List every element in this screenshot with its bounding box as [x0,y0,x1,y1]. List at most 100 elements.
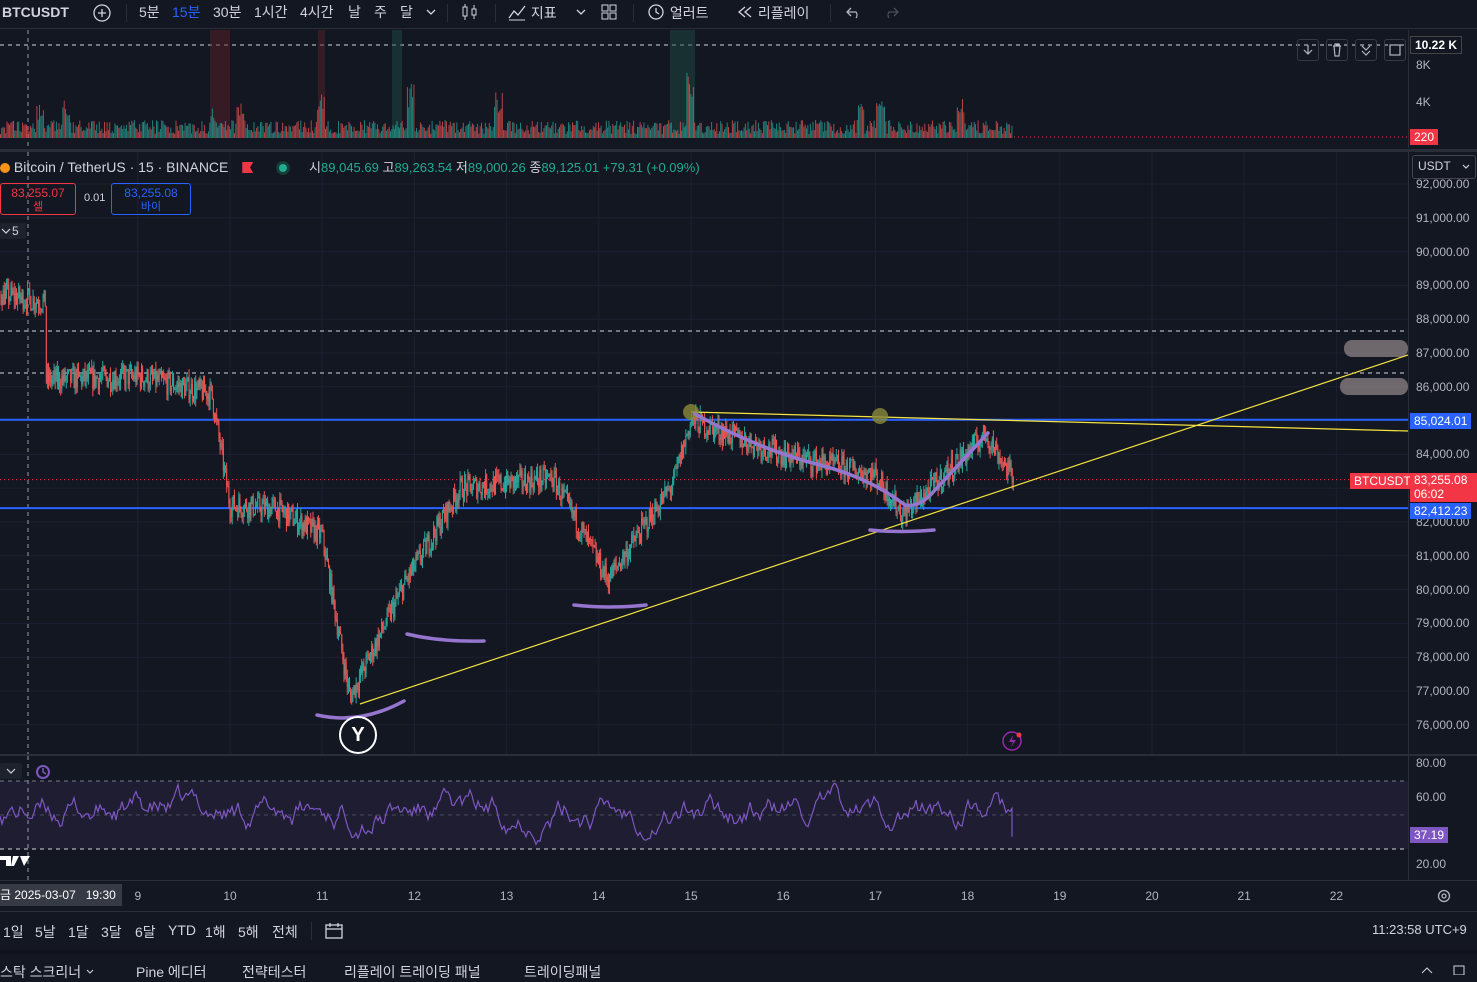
undo-icon[interactable] [845,3,863,21]
candle-style-icon[interactable] [460,3,480,21]
range-3m[interactable]: 3달 [101,922,122,942]
currency-select[interactable]: USDT [1412,155,1476,179]
market-status-icon[interactable] [279,164,288,172]
legend-title[interactable]: Bitcoin / TetherUS · 15 · BINANCE [14,159,228,175]
layout-grid-icon[interactable] [600,3,618,21]
tab-strategy-tester[interactable]: 전략테스터 [242,962,306,982]
candle-body [455,496,457,507]
range-all[interactable]: 전체 [272,922,298,942]
tab-replay-trading[interactable]: 리플레이 트레이딩 패널 [344,962,481,982]
symbol-search[interactable]: BTCUSDT [2,3,69,21]
volume-pane[interactable] [0,30,1408,148]
candle-body [801,461,803,466]
candle-body [97,378,99,389]
alert-button[interactable]: 얼러트 [646,3,709,21]
range-6m[interactable]: 6달 [135,922,156,942]
volume-bar [206,133,208,138]
candle-body [626,547,628,563]
candle-body [766,457,768,459]
rsi-collapse[interactable] [0,763,22,779]
volume-bar [553,133,555,138]
volume-bar [643,122,645,138]
lightning-icon[interactable] [1002,730,1022,751]
range-1y[interactable]: 1해 [205,922,226,942]
add-symbol-icon[interactable] [92,3,112,22]
range-5d[interactable]: 5날 [35,922,56,942]
candle-body [798,448,800,454]
candle-body [45,306,47,383]
candle-body [1001,462,1003,466]
maximize-icon[interactable] [1384,39,1406,61]
candle-body [912,507,914,515]
refresh-icon[interactable] [35,764,51,783]
pattern-marker[interactable]: Y [339,716,377,754]
candle-body [342,649,344,661]
range-1m[interactable]: 1달 [68,922,89,942]
indicator-collapse[interactable]: 5 [0,223,26,239]
date-range-icon[interactable] [324,921,344,944]
rsi-pane[interactable] [0,756,1408,880]
timeframe-30m[interactable]: 30분 [213,3,241,21]
candle-body [56,368,58,384]
tab-stock-screener[interactable]: 스탁 스크리너 [0,962,95,982]
timeframe-1h[interactable]: 1시간 [254,3,288,21]
candle-body [356,683,358,690]
candle-body [491,489,493,492]
clock[interactable]: 11:23:58 UTC+9 [1372,922,1467,937]
timeframe-5m[interactable]: 5분 [139,3,160,21]
timeframe-4h[interactable]: 4시간 [300,3,334,21]
timeframe-month[interactable]: 달 [400,3,413,21]
range-1d[interactable]: 1일 [3,922,24,942]
candle-body [615,563,617,566]
indicators-button[interactable]: 지표 [507,3,557,21]
replay-button[interactable]: 리플레이 [736,3,809,21]
tab-trading-panel[interactable]: 트레이딩패널 [524,962,601,982]
sell-button[interactable]: 83,255.07 셀 [0,183,76,215]
collapse-panel-icon[interactable] [1420,962,1434,978]
candle-body [774,439,776,451]
candle-body [350,690,352,696]
tab-pine-editor[interactable]: Pine 에디터 [136,962,207,982]
move-down-icon[interactable] [1297,39,1319,61]
timeframe-day[interactable]: 날 [348,3,361,21]
timeframe-week[interactable]: 주 [374,3,387,21]
price-pane[interactable] [0,152,1409,754]
volume-bar [57,129,59,138]
candle-body [674,467,676,471]
maximize-panel-icon[interactable] [1452,962,1466,978]
volume-bar [392,125,394,138]
settings-gear-icon[interactable] [1436,888,1452,907]
candle-body [644,519,646,523]
delete-icon[interactable] [1326,39,1348,61]
redo-icon[interactable] [882,3,900,21]
candle-body [480,492,482,496]
buy-button[interactable]: 83,255.08 바이 [111,183,191,215]
volume-bar [566,131,568,138]
collapse-icon[interactable] [1355,39,1377,61]
candle-body [700,413,702,415]
chevron-down-icon[interactable] [425,3,437,21]
range-5y[interactable]: 5해 [238,922,259,942]
time-axis[interactable] [0,880,1477,912]
volume-bar [180,124,182,138]
volume-bar [752,124,754,138]
candle-body [439,517,441,535]
volume-bar [609,125,611,138]
chevron-down-icon[interactable] [575,3,587,21]
timeframe-15m[interactable]: 15분 [172,3,200,21]
volume-bar [494,106,495,138]
tradingview-logo-icon[interactable] [0,852,32,875]
candle-body [995,442,997,455]
range-ytd[interactable]: YTD [168,922,196,938]
volume-bar [321,94,323,138]
volume-bar [195,131,196,138]
candle-body [605,564,607,578]
candle-body [643,520,645,523]
volume-bar [466,124,468,138]
candle-body [252,496,254,515]
volume-bar [278,132,280,138]
price-axis-label: 86,000.00 [1416,379,1470,394]
candle-body [772,439,774,443]
candle-body [712,426,714,439]
candle-body [902,513,904,523]
